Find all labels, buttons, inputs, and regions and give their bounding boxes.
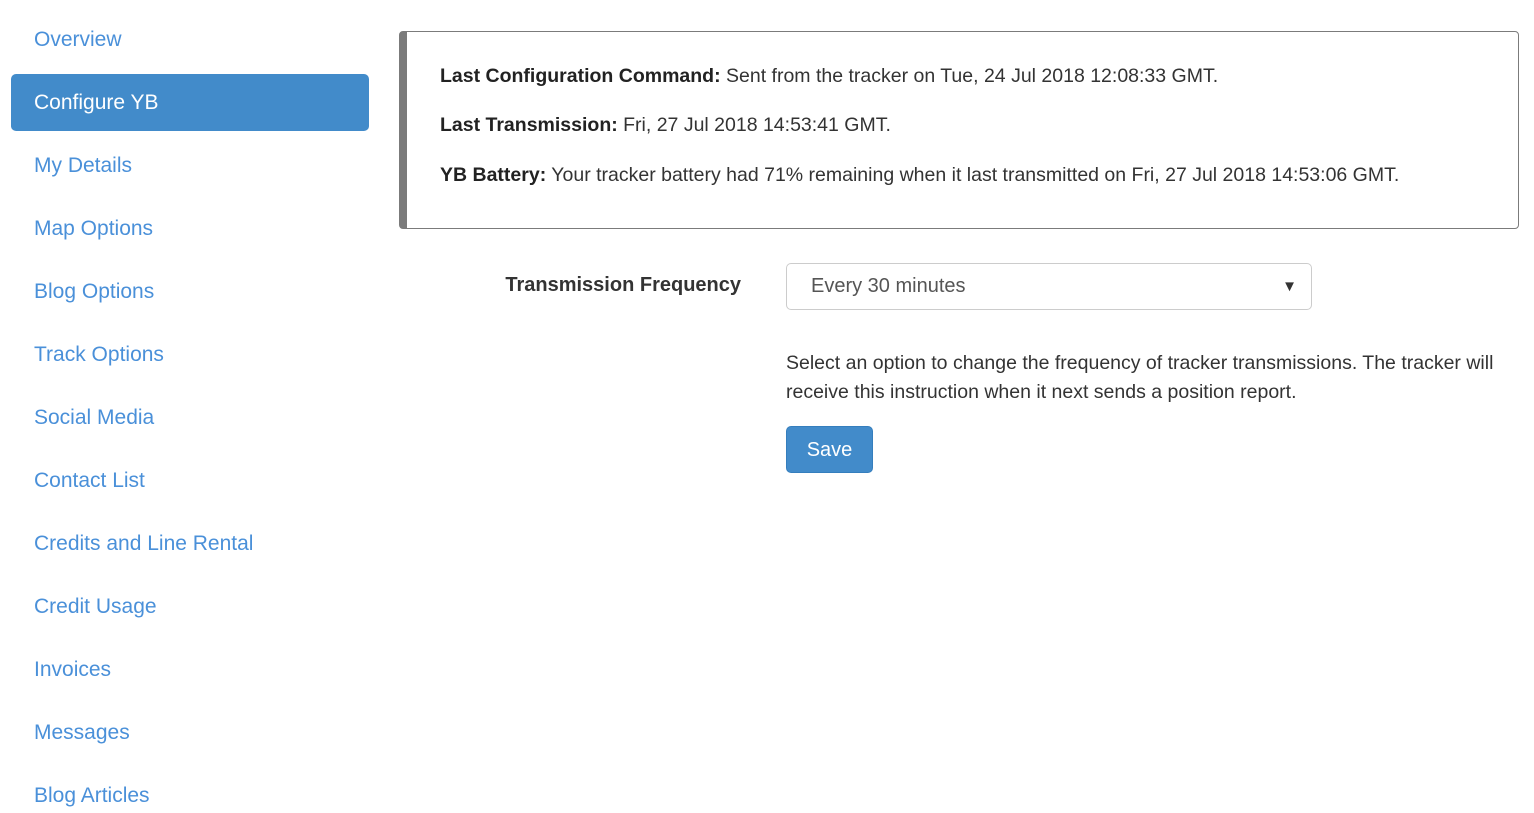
sidebar-item-messages[interactable]: Messages	[11, 704, 369, 761]
status-line-last-transmission: Last Transmission: Fri, 27 Jul 2018 14:5…	[440, 111, 1480, 139]
sidebar-item-contact-list[interactable]: Contact List	[11, 452, 369, 509]
sidebar-item-overview[interactable]: Overview	[11, 11, 369, 68]
status-label-last-transmission: Last Transmission:	[440, 114, 618, 137]
status-line-yb-battery: YB Battery: Your tracker battery had 71%…	[440, 161, 1480, 189]
transmission-frequency-select-wrap: Every 30 minutes ▼	[786, 263, 1312, 310]
sidebar-item-configure-yb[interactable]: Configure YB	[11, 74, 369, 131]
configure-yb-page: Overview Configure YB My Details Map Opt…	[0, 0, 1534, 813]
sidebar-item-social-media[interactable]: Social Media	[11, 389, 369, 446]
transmission-frequency-selected-value: Every 30 minutes	[811, 275, 966, 297]
transmission-frequency-select[interactable]: Every 30 minutes ▼	[786, 263, 1312, 310]
sidebar-item-my-details[interactable]: My Details	[11, 137, 369, 194]
sidebar-item-track-options[interactable]: Track Options	[11, 326, 369, 383]
sidebar-item-invoices[interactable]: Invoices	[11, 641, 369, 698]
sidebar-item-blog-articles[interactable]: Blog Articles	[11, 767, 369, 813]
status-value-last-configuration-command: Sent from the tracker on Tue, 24 Jul 201…	[726, 65, 1219, 87]
status-label-last-configuration-command: Last Configuration Command:	[440, 65, 721, 87]
tracker-status-panel: Last Configuration Command: Sent from th…	[399, 31, 1519, 229]
sidebar-item-credits-and-line-rental[interactable]: Credits and Line Rental	[11, 515, 369, 572]
chevron-down-icon: ▼	[1282, 278, 1297, 295]
sidebar-item-blog-options[interactable]: Blog Options	[11, 263, 369, 320]
sidebar-item-credit-usage[interactable]: Credit Usage	[11, 578, 369, 635]
main-content: Last Configuration Command: Sent from th…	[396, 0, 1534, 813]
status-label-yb-battery: YB Battery:	[440, 163, 547, 186]
status-value-last-transmission: Fri, 27 Jul 2018 14:53:41 GMT.	[623, 114, 891, 137]
transmission-frequency-label: Transmission Frequency	[505, 274, 741, 296]
transmission-frequency-help-text: Select an option to change the frequency…	[786, 351, 1494, 404]
status-line-last-configuration-command: Last Configuration Command: Sent from th…	[440, 62, 1480, 90]
sidebar-nav: Overview Configure YB My Details Map Opt…	[0, 0, 380, 813]
save-button[interactable]: Save	[786, 426, 873, 473]
sidebar-item-map-options[interactable]: Map Options	[11, 200, 369, 257]
status-value-yb-battery: Your tracker battery had 71% remaining w…	[551, 163, 1400, 186]
